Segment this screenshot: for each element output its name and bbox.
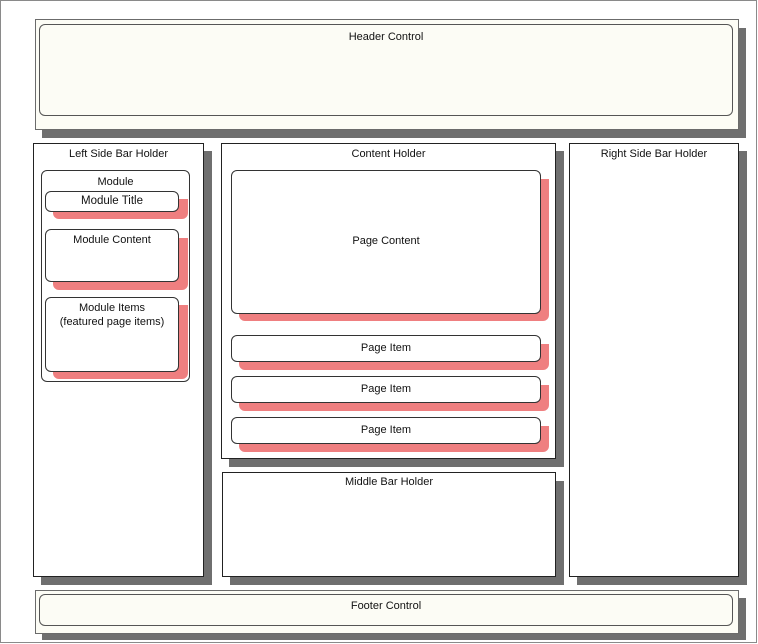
header-control-label: Header Control: [348, 31, 424, 43]
header-outer: Header Control: [35, 19, 739, 130]
page-item-label: Page Item: [360, 383, 412, 395]
footer-outer: Footer Control: [35, 590, 739, 634]
module-title-label: Module Title: [80, 195, 143, 207]
page-content-label: Page Content: [352, 235, 420, 247]
footer-control-label: Footer Control: [350, 600, 422, 612]
content-holder: Content Holder Page Content Page Item Pa…: [221, 143, 556, 459]
module-items: Module Items (featured page items): [45, 297, 179, 372]
module-title: Module Title: [45, 191, 179, 212]
page-content: Page Content: [231, 170, 541, 314]
module-label: Module: [97, 176, 134, 188]
right-sidebar-label: Right Side Bar Holder: [600, 148, 708, 160]
module-content: Module Content: [45, 229, 179, 282]
content-holder-label: Content Holder: [351, 148, 426, 160]
module-container: Module Module Title Module Content Modul…: [41, 170, 190, 382]
footer-control: Footer Control: [39, 594, 733, 626]
page-item-label: Page Item: [360, 424, 412, 436]
middle-bar-holder: Middle Bar Holder: [222, 472, 556, 577]
page-item-label: Page Item: [360, 342, 412, 354]
header-control: Header Control: [39, 24, 733, 116]
module-content-label: Module Content: [73, 234, 151, 246]
page-item: Page Item: [231, 417, 541, 444]
page-item: Page Item: [231, 335, 541, 362]
module-items-label-line2: (featured page items): [59, 316, 165, 328]
page-item: Page Item: [231, 376, 541, 403]
middle-bar-label: Middle Bar Holder: [344, 476, 434, 488]
right-sidebar-holder: Right Side Bar Holder: [569, 143, 739, 577]
module-items-label-line1: Module Items: [78, 302, 146, 314]
left-sidebar-label: Left Side Bar Holder: [68, 148, 169, 160]
left-sidebar-holder: Left Side Bar Holder Module Module Title…: [33, 143, 204, 577]
